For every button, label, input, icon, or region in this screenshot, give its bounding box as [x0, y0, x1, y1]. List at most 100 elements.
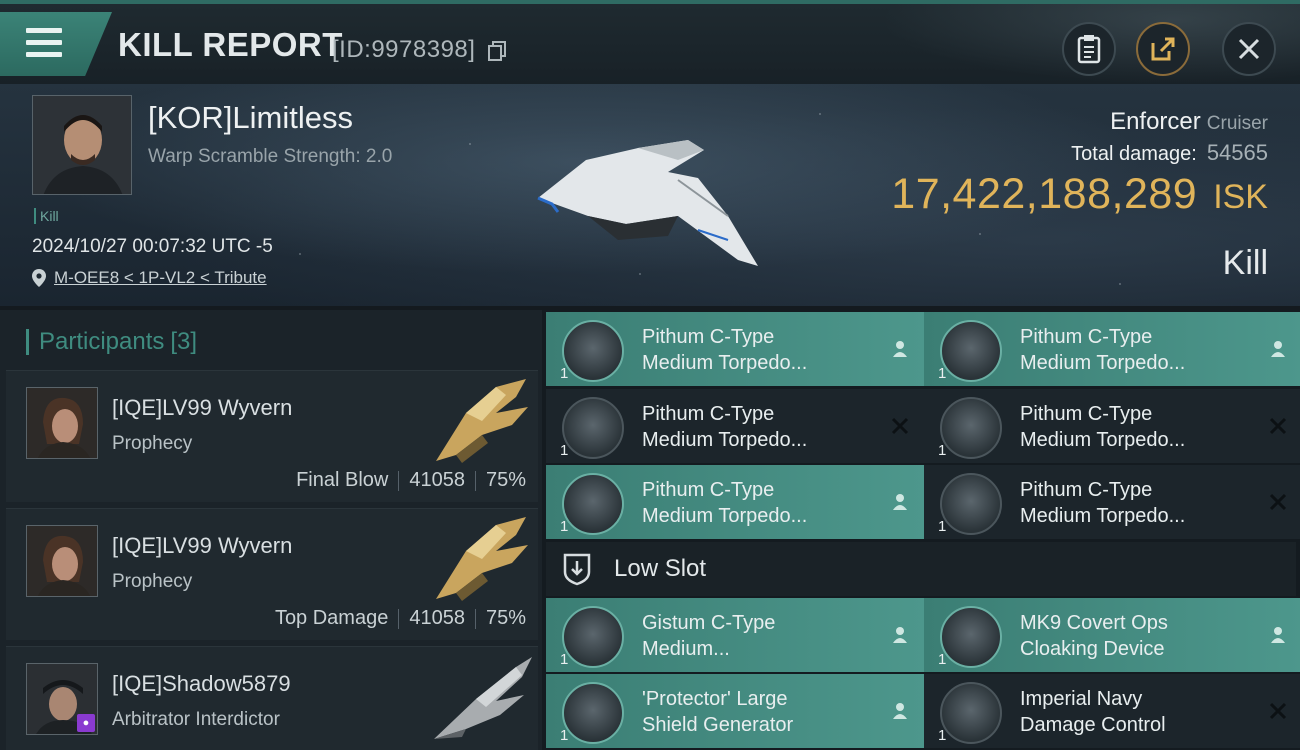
- participant-avatar[interactable]: ●: [26, 663, 98, 735]
- module-item[interactable]: 1 'Protector' Large Shield Generator: [546, 674, 924, 748]
- module-item[interactable]: 1 Pithum C-Type Medium Torpedo...: [546, 389, 924, 463]
- stat-divider: [398, 470, 400, 491]
- participant-ship-image: [436, 379, 528, 463]
- module-name-line2: Medium Torpedo...: [1020, 505, 1186, 527]
- module-item[interactable]: 1 Gistum C-Type Medium...: [546, 598, 924, 672]
- kill-datetime: 2024/10/27 00:07:32 UTC -5: [32, 236, 273, 257]
- module-name-line2: Medium...: [642, 638, 730, 660]
- clipboard-button[interactable]: [1062, 22, 1116, 76]
- dropped-person-icon: [893, 703, 907, 719]
- participant-name: [IQE]Shadow5879: [112, 671, 291, 696]
- total-damage-label: Total damage:: [1071, 143, 1197, 165]
- participant-card[interactable]: [IQE]LV99 Wyvern Prophecy Final Blow 410…: [6, 370, 538, 502]
- module-name-line1: MK9 Covert Ops: [1020, 612, 1168, 634]
- module-item[interactable]: 1 Pithum C-Type Medium Torpedo...: [546, 465, 924, 539]
- destroyed-x-icon: [1269, 702, 1287, 720]
- dropped-person-icon: [893, 494, 907, 510]
- participant-portrait-image: [27, 526, 97, 596]
- victim-portrait-image: [33, 96, 131, 194]
- module-name-line2: Medium Torpedo...: [642, 505, 808, 527]
- dropped-person-icon: [1271, 341, 1285, 357]
- module-name-line1: 'Protector' Large: [642, 688, 788, 710]
- page-title: KILL REPORT: [118, 26, 343, 63]
- participant-name: [IQE]LV99 Wyvern: [112, 533, 293, 558]
- participant-stats: Final Blow 41058 75%: [296, 469, 526, 492]
- ship-class: Cruiser: [1206, 113, 1268, 134]
- module-item[interactable]: 1 Imperial Navy Damage Control: [924, 674, 1300, 748]
- dropped-person-icon: [893, 627, 907, 643]
- close-button[interactable]: [1222, 22, 1276, 76]
- destroyed-x-icon: [891, 417, 909, 435]
- module-quantity: 1: [938, 365, 947, 382]
- module-item[interactable]: 1 Pithum C-Type Medium Torpedo...: [924, 465, 1300, 539]
- dropped-person-icon: [893, 341, 907, 357]
- participant-ship-image: [434, 657, 532, 739]
- damage-control-icon: [940, 682, 1002, 744]
- clipboard-icon: [1077, 35, 1101, 64]
- module-quantity: 1: [938, 442, 947, 459]
- module-name-line1: Pithum C-Type: [1020, 479, 1153, 501]
- torpedo-launcher-icon: [562, 397, 624, 459]
- victim-avatar[interactable]: [32, 95, 132, 195]
- ship-name: Enforcer: [1110, 108, 1201, 135]
- copy-icon[interactable]: [487, 40, 507, 62]
- participant-card[interactable]: [IQE]LV99 Wyvern Prophecy Top Damage 410…: [6, 508, 538, 640]
- module-item[interactable]: 1 Pithum C-Type Medium Torpedo...: [924, 389, 1300, 463]
- module-quantity: 1: [560, 727, 569, 744]
- header-bar: KILL REPORT [ID:9978398]: [0, 0, 1300, 84]
- stat-divider: [398, 608, 400, 629]
- warp-scramble-strength: Warp Scramble Strength: 2.0: [148, 146, 393, 167]
- module-name-line1: Pithum C-Type: [1020, 403, 1153, 425]
- total-damage-value: 54565: [1206, 140, 1268, 165]
- participant-role: Top Damage: [274, 607, 389, 629]
- participant-card[interactable]: ● [IQE]Shadow5879 Arbitrator Interdictor: [6, 646, 538, 750]
- module-name-line2: Medium Torpedo...: [1020, 429, 1186, 451]
- isk-value: 17,422,188,289: [891, 170, 1198, 218]
- torpedo-launcher-icon: [562, 320, 624, 382]
- module-name-line2: Medium Torpedo...: [642, 352, 808, 374]
- location-link[interactable]: M-OEE8 < 1P-VL2 < Tribute: [54, 268, 267, 288]
- isk-unit: ISK: [1213, 178, 1268, 216]
- module-name-line1: Pithum C-Type: [642, 403, 775, 425]
- stat-divider: [474, 470, 476, 491]
- menu-button[interactable]: [0, 12, 112, 76]
- participant-avatar[interactable]: [26, 525, 98, 597]
- participant-role: Final Blow: [296, 469, 389, 491]
- participant-avatar[interactable]: [26, 387, 98, 459]
- participant-portrait-image: [27, 388, 97, 458]
- module-name-line1: Gistum C-Type: [642, 612, 776, 634]
- module-name-line2: Medium Torpedo...: [642, 429, 808, 451]
- module-quantity: 1: [560, 442, 569, 459]
- share-button[interactable]: [1136, 22, 1190, 76]
- participant-damage: 41058: [409, 607, 465, 629]
- participants-count: [3]: [170, 328, 198, 355]
- module-name-line2: Medium Torpedo...: [1020, 352, 1186, 374]
- kill-location[interactable]: M-OEE8 < 1P-VL2 < Tribute: [32, 268, 267, 288]
- torpedo-launcher-icon: [940, 397, 1002, 459]
- module-quantity: 1: [938, 518, 947, 535]
- victim-ship-type: Enforcer Cruiser: [1110, 108, 1268, 136]
- participant-damage: 41058: [409, 469, 465, 491]
- participants-panel: Participants [3] [IQE]LV99 Wyvern Prophe…: [0, 310, 542, 750]
- module-item[interactable]: 1 MK9 Covert Ops Cloaking Device: [924, 598, 1300, 672]
- low-slot-header: Low Slot: [546, 542, 1296, 596]
- module-item[interactable]: 1 Pithum C-Type Medium Torpedo...: [924, 312, 1300, 386]
- module-name-line1: Imperial Navy: [1020, 688, 1143, 710]
- participant-ship: Prophecy: [112, 571, 193, 592]
- participants-header: Participants [3]: [26, 328, 197, 356]
- hamburger-icon: [26, 28, 62, 58]
- module-item[interactable]: 1 Pithum C-Type Medium Torpedo...: [546, 312, 924, 386]
- kill-tag: Kill: [34, 208, 59, 224]
- module-name-line2: Cloaking Device: [1020, 638, 1165, 660]
- victim-banner: [KOR]Limitless Warp Scramble Strength: 2…: [0, 84, 1300, 306]
- low-slot-shield-icon: [563, 553, 591, 586]
- module-name-line2: Damage Control: [1020, 714, 1166, 736]
- victim-ship-image: [537, 140, 758, 266]
- close-icon: [1238, 38, 1260, 60]
- torpedo-launcher-icon: [940, 473, 1002, 535]
- stat-divider: [474, 608, 476, 629]
- bounty-badge-icon: ●: [77, 714, 95, 732]
- shield-booster-icon: [562, 606, 624, 668]
- isk-value-row: 17,422,188,289 ISK: [891, 170, 1268, 219]
- module-quantity: 1: [560, 365, 569, 382]
